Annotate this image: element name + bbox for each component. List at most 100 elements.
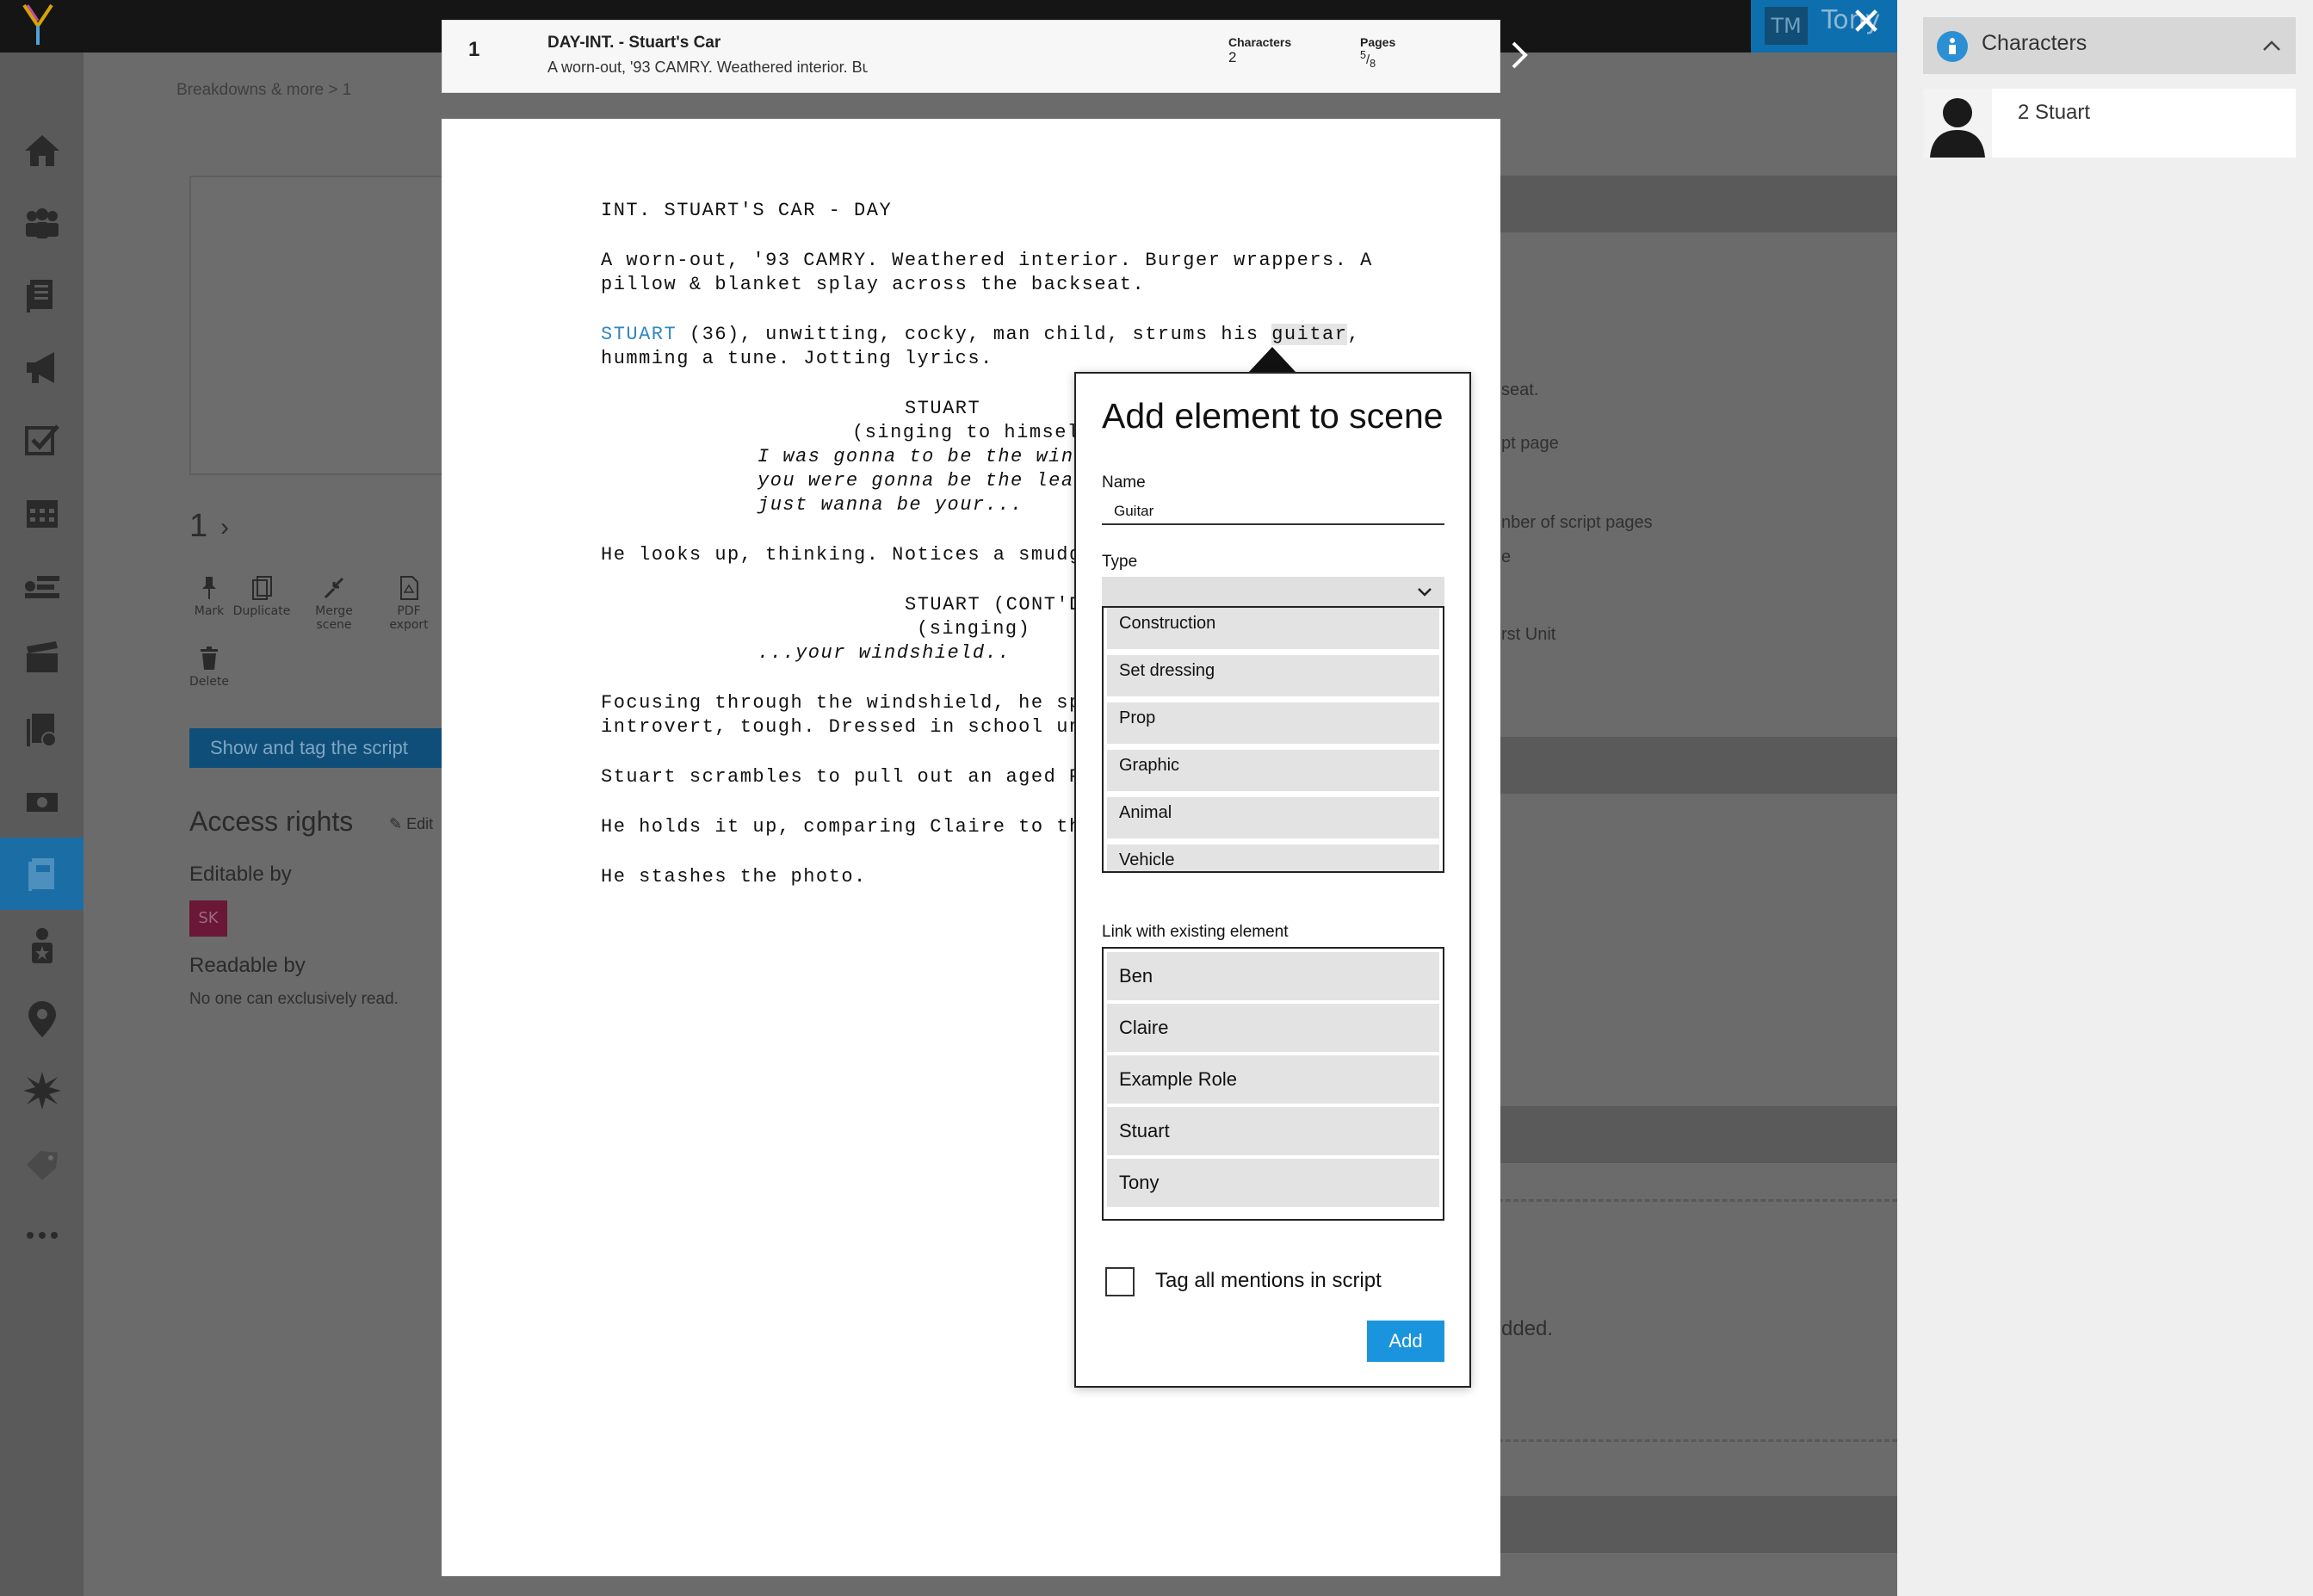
link-options-list[interactable]: Ben Claire Example Role Stuart Tony xyxy=(1102,947,1444,1221)
scene-title: DAY-INT. - Stuart's Car xyxy=(547,34,721,52)
edit-icon: ✎ xyxy=(389,815,407,832)
close-icon[interactable]: ✕ xyxy=(1846,2,1887,43)
tag-all-mentions-label: Tag all mentions in script xyxy=(1155,1269,1382,1292)
background-fragment: rst Unit xyxy=(1501,625,1556,644)
actor-star-icon xyxy=(31,928,53,963)
readable-by-label: Readable by xyxy=(189,954,306,977)
next-scene-arrow-icon[interactable] xyxy=(1506,34,1532,76)
nav-announcements[interactable] xyxy=(0,331,83,404)
character-tag-stuart[interactable]: STUART xyxy=(601,324,677,345)
checkbox-icon xyxy=(24,424,59,455)
scene-heading: INT. STUART'S CAR - DAY xyxy=(601,200,893,221)
side-navigation xyxy=(0,53,83,1596)
background-fragment: pt page xyxy=(1501,434,1559,453)
location-pin-icon xyxy=(28,1001,56,1037)
editor-avatar[interactable]: SK xyxy=(189,900,227,937)
nav-cast[interactable] xyxy=(0,910,83,982)
type-option-vehicle[interactable]: Vehicle xyxy=(1107,844,1439,871)
add-button[interactable]: Add xyxy=(1367,1321,1444,1362)
nav-more[interactable] xyxy=(0,1199,83,1271)
merge-scene-label: Merge scene xyxy=(315,604,353,632)
delete-button[interactable]: Delete xyxy=(179,646,239,689)
character-info-icon xyxy=(1937,31,1968,62)
more-dots-icon xyxy=(26,1232,58,1239)
nav-documents[interactable] xyxy=(0,259,83,331)
link-option-claire[interactable]: Claire xyxy=(1107,1004,1439,1052)
scene-image-placeholder xyxy=(189,176,448,475)
type-dropdown[interactable] xyxy=(1102,577,1444,606)
characters-panel-header[interactable]: Characters xyxy=(1923,17,2296,74)
action-line: Stuart scrambles to pull out an aged PHO… xyxy=(601,766,1133,788)
link-field-label: Link with existing element xyxy=(1102,923,1289,941)
delete-label: Delete xyxy=(189,675,229,689)
explosion-icon xyxy=(22,1072,61,1110)
background-divider xyxy=(1498,1199,1897,1202)
link-option-ben[interactable]: Ben xyxy=(1107,952,1439,1000)
pdf-export-button[interactable]: PDF export xyxy=(379,575,439,632)
nav-team[interactable] xyxy=(0,187,83,259)
tag-all-mentions-checkbox[interactable] xyxy=(1105,1267,1135,1296)
chevron-down-icon xyxy=(1418,588,1432,597)
characters-panel: Characters 2 Stuart xyxy=(1897,0,2313,1596)
type-option-construction[interactable]: Construction xyxy=(1107,608,1439,649)
action-line: He stashes the photo. xyxy=(601,866,867,888)
link-option-stuart[interactable]: Stuart xyxy=(1107,1107,1439,1155)
nav-stripboard[interactable] xyxy=(0,548,83,621)
stripboard-icon xyxy=(24,576,59,598)
link-option-tony[interactable]: Tony xyxy=(1107,1159,1439,1207)
popup-title: Add element to scene xyxy=(1102,396,1444,436)
element-name-input[interactable] xyxy=(1102,499,1444,525)
pdf-icon xyxy=(400,576,418,600)
merge-icon xyxy=(324,577,344,599)
report-icon xyxy=(26,714,57,747)
nav-tools[interactable] xyxy=(0,1127,83,1199)
mark-button[interactable]: Mark xyxy=(179,575,239,618)
editable-by-label: Editable by xyxy=(189,863,292,886)
people-icon xyxy=(25,208,59,238)
character-name: 2 Stuart xyxy=(2018,101,2091,124)
type-option-prop[interactable]: Prop xyxy=(1107,702,1439,744)
name-field-label: Name xyxy=(1102,473,1146,492)
nav-breakdowns[interactable] xyxy=(0,838,83,910)
nav-reports[interactable] xyxy=(0,693,83,765)
chevron-up-icon[interactable] xyxy=(2259,33,2285,59)
money-icon xyxy=(26,793,58,812)
background-section-bar xyxy=(1498,1106,1897,1163)
type-option-set-dressing[interactable]: Set dressing xyxy=(1107,655,1439,696)
background-fragment: e xyxy=(1501,547,1512,566)
trash-icon xyxy=(201,646,218,670)
merge-scene-button[interactable]: Merge scene xyxy=(304,575,364,632)
nav-tasks[interactable] xyxy=(0,404,83,476)
background-fragment: nber of script pages xyxy=(1501,513,1653,532)
type-options-list[interactable]: Construction Set dressing Prop Graphic A… xyxy=(1102,606,1444,873)
show-and-tag-script-button[interactable]: Show and tag the script xyxy=(189,728,448,768)
selected-word-guitar[interactable]: guitar xyxy=(1271,324,1348,345)
action-line: STUART (36), unwitting, cocky, man child… xyxy=(601,324,1360,345)
background-fragment: seat. xyxy=(1501,380,1539,399)
character-list-item[interactable]: 2 Stuart xyxy=(1923,89,2296,158)
background-section-bar xyxy=(1498,737,1897,794)
link-option-example-role[interactable]: Example Role xyxy=(1107,1055,1439,1104)
dialogue-line: ...your windshield.. xyxy=(758,642,1011,664)
nav-effects[interactable] xyxy=(0,1055,83,1127)
nav-home[interactable] xyxy=(0,114,83,187)
character-avatar-icon xyxy=(1923,89,1992,158)
nav-shooting[interactable] xyxy=(0,621,83,693)
nav-locations[interactable] xyxy=(0,982,83,1055)
edit-access-link[interactable]: ✎ Edit xyxy=(389,815,433,833)
action-text: (36), unwitting, cocky, man child, strum… xyxy=(677,324,1272,345)
clapperboard-icon xyxy=(26,641,58,672)
duplicate-button[interactable]: Duplicate xyxy=(232,575,292,618)
characters-count: 2 xyxy=(1228,49,1237,65)
pages-fraction: 5/8 xyxy=(1360,49,1376,70)
type-option-graphic[interactable]: Graphic xyxy=(1107,750,1439,791)
next-scene-chevron-icon[interactable]: › xyxy=(220,513,229,542)
nav-calendar[interactable] xyxy=(0,476,83,548)
app-logo-icon[interactable] xyxy=(19,2,57,46)
type-option-animal[interactable]: Animal xyxy=(1107,797,1439,838)
scene-header-strip: 1 DAY-INT. - Stuart's Car A worn-out, '9… xyxy=(442,20,1500,93)
background-section-bar xyxy=(1498,176,1897,232)
action-line: pillow & blanket splay across the backse… xyxy=(601,274,1146,295)
nav-budget[interactable] xyxy=(0,765,83,838)
breadcrumb[interactable]: Breakdowns & more > 1 xyxy=(176,81,351,100)
